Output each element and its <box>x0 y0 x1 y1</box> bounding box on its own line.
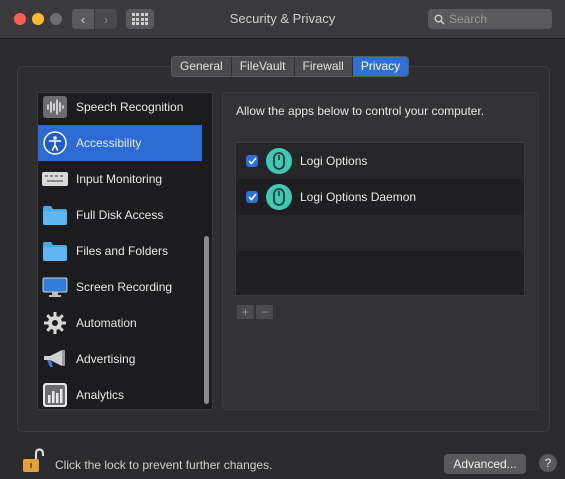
keyboard-icon <box>42 166 68 192</box>
mouse-icon <box>266 184 292 210</box>
sidebar-item-input-monitoring[interactable]: Input Monitoring <box>38 161 202 197</box>
sidebar-item-label: Files and Folders <box>76 244 169 258</box>
waveform-icon <box>42 94 68 120</box>
folder-icon <box>42 238 68 264</box>
allow-apps-description: Allow the apps below to control your com… <box>236 104 485 118</box>
megaphone-icon <box>42 346 68 372</box>
search-placeholder: Search <box>449 12 488 26</box>
sidebar-item-advertising[interactable]: Advertising <box>38 341 202 377</box>
lock-icon[interactable] <box>22 448 45 474</box>
sidebar-item-label: Full Disk Access <box>76 208 164 222</box>
list-item-logi-options[interactable]: Logi Options <box>236 143 524 179</box>
sidebar-item-label: Accessibility <box>76 136 142 150</box>
bar-chart-icon <box>42 382 68 408</box>
sidebar-item-speech-recognition[interactable]: Speech Recognition <box>38 93 202 125</box>
app-checkbox[interactable] <box>246 155 258 167</box>
sidebar-item-full-disk-access[interactable]: Full Disk Access <box>38 197 202 233</box>
tab-firewall[interactable]: Firewall <box>295 57 353 76</box>
sidebar-item-label: Screen Recording <box>76 280 173 294</box>
tab-privacy[interactable]: Privacy <box>352 57 409 76</box>
tab-filevault[interactable]: FileVault <box>232 57 295 76</box>
app-name: Logi Options <box>300 154 368 168</box>
app-checkbox[interactable] <box>246 191 258 203</box>
list-item-logi-options-daemon[interactable]: Logi Options Daemon <box>236 179 524 215</box>
search-field[interactable]: Search <box>428 9 552 29</box>
checkmark-icon <box>247 193 257 201</box>
lock-message: Click the lock to prevent further change… <box>55 458 273 472</box>
app-name: Logi Options Daemon <box>300 190 417 204</box>
tab-general[interactable]: General <box>172 57 232 76</box>
sidebar-item-files-and-folders[interactable]: Files and Folders <box>38 233 202 269</box>
help-button[interactable]: ? <box>539 454 557 472</box>
gear-icon <box>42 310 68 336</box>
sidebar-item-label: Input Monitoring <box>76 172 163 186</box>
sidebar-item-label: Speech Recognition <box>76 100 184 114</box>
folder-icon <box>42 202 68 228</box>
title-bar: ‹ › Security & Privacy Search <box>0 0 565 39</box>
sidebar-item-analytics[interactable]: Analytics <box>38 377 202 409</box>
search-icon <box>434 14 445 25</box>
sidebar-item-accessibility[interactable]: Accessibility <box>38 125 202 161</box>
checkmark-icon <box>247 157 257 165</box>
sidebar-item-screen-recording[interactable]: Screen Recording <box>38 269 202 305</box>
empty-list-row <box>236 215 524 251</box>
advanced-button[interactable]: Advanced... <box>444 454 526 474</box>
remove-app-button[interactable]: − <box>256 305 273 319</box>
privacy-sidebar[interactable]: Speech Recognition Accessibility Input M… <box>37 92 213 410</box>
sidebar-item-label: Advertising <box>76 352 136 366</box>
sidebar-item-label: Analytics <box>76 388 125 402</box>
accessibility-icon <box>42 130 68 156</box>
app-list[interactable]: Logi Options Logi Options Daemon <box>235 142 525 296</box>
tab-bar: General FileVault Firewall Privacy <box>171 56 410 77</box>
add-app-button[interactable]: + <box>237 305 254 319</box>
empty-list-row <box>236 251 524 287</box>
mouse-icon <box>266 148 292 174</box>
sidebar-item-label: Automation <box>76 316 137 330</box>
sidebar-item-automation[interactable]: Automation <box>38 305 202 341</box>
sidebar-scrollbar[interactable] <box>204 236 209 404</box>
display-icon <box>42 274 68 300</box>
